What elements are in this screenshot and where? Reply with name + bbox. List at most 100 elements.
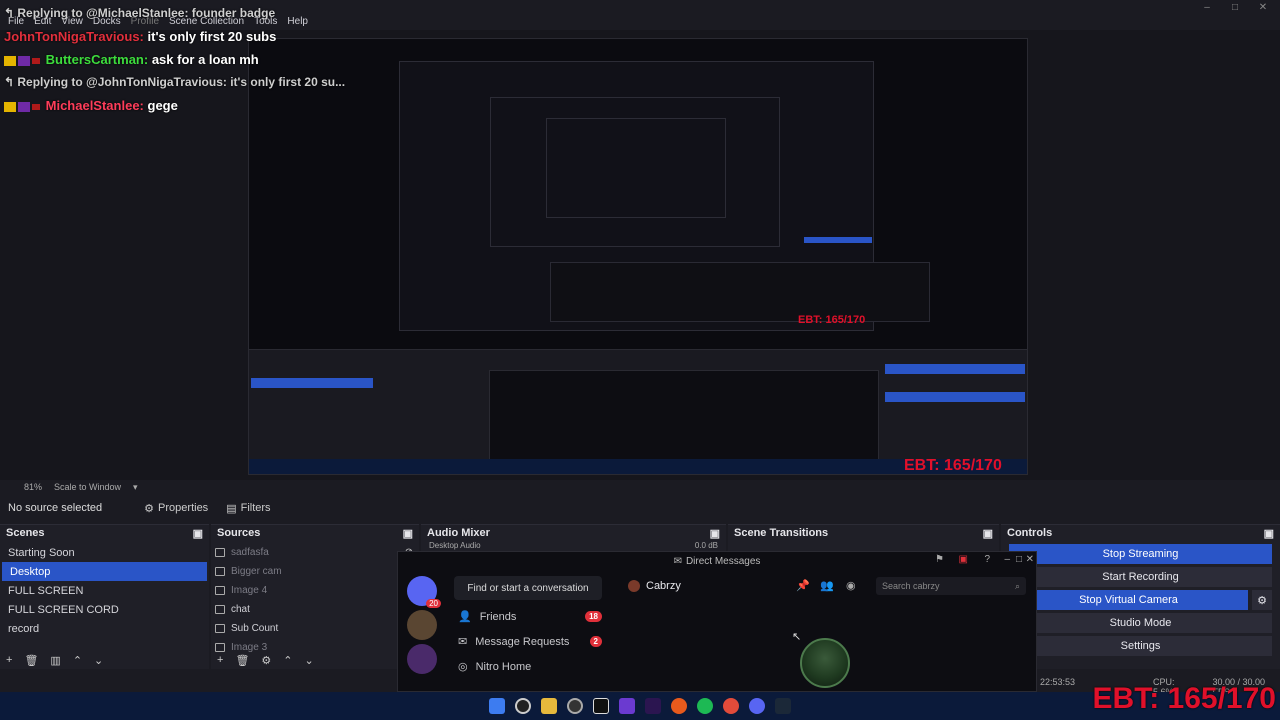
dock-menu-icon[interactable]: ▣ xyxy=(193,527,203,540)
dock-menu-icon[interactable]: ▣ xyxy=(403,527,413,540)
audio-mixer-header: Audio Mixer ▣ xyxy=(421,525,726,541)
nested-discord-2 xyxy=(489,370,879,460)
crown-badge-icon xyxy=(4,55,16,66)
maximize-icon[interactable]: □ xyxy=(1016,554,1022,565)
server-rail: 20 xyxy=(404,572,441,678)
source-item[interactable]: Sub Count◉ xyxy=(211,619,419,638)
stop-virtual-camera-button[interactable]: Stop Virtual Camera xyxy=(1009,590,1248,610)
kick-icon[interactable] xyxy=(645,698,661,714)
file-explorer-icon[interactable] xyxy=(541,698,557,714)
settings-button[interactable]: Settings xyxy=(1009,636,1272,656)
chat-user-1: JohnTonNigaTravious: xyxy=(4,29,144,44)
chevron-down-icon[interactable]: ▾ xyxy=(133,482,138,493)
nav-friends[interactable]: 👤 Friends 18 xyxy=(448,604,608,629)
calculator-icon[interactable] xyxy=(619,698,635,714)
ebt-overlay: EBT: 165/170 xyxy=(1092,682,1276,715)
no-source-label: No source selected xyxy=(8,502,103,514)
add-friend-icon[interactable]: 👥 xyxy=(820,579,834,592)
image-icon xyxy=(215,586,225,595)
chat-line-2: ButtersCartman: ask for a loan mh xyxy=(4,48,304,71)
source-label: sadfasfa xyxy=(231,547,269,558)
start-recording-button[interactable]: Start Recording xyxy=(1009,567,1272,587)
chat-reply-2-text: Replying to @JohnTonNigaTravious: it's o… xyxy=(17,75,346,89)
discord-icon[interactable] xyxy=(749,698,765,714)
dm-user-name[interactable]: Cabrzy xyxy=(646,580,681,592)
founder-badge-icon xyxy=(32,103,40,110)
source-item[interactable]: Image 4⊘ xyxy=(211,581,419,600)
close-icon[interactable]: ✕ xyxy=(1026,554,1034,565)
properties-button[interactable]: ⚙ Properties xyxy=(138,500,214,517)
close-icon[interactable]: ✕ xyxy=(1256,2,1270,14)
steam-icon[interactable] xyxy=(775,698,791,714)
preview-area[interactable]: EBT: 165/170 EBT: 165/170 ↰ Replying to … xyxy=(0,6,1280,480)
chat-reply-1: ↰ Replying to @MichaelStanlee: founder b… xyxy=(4,6,276,20)
source-item[interactable]: chat◉ xyxy=(211,600,419,619)
sources-footer: + 🗑 ⚙ ⌃ ⌄ xyxy=(217,654,314,667)
windows-start-icon[interactable] xyxy=(489,698,505,714)
trash-icon[interactable]: 🗑 xyxy=(24,654,38,667)
chat-line-3: MichaelStanlee: gege xyxy=(4,94,304,117)
scene-transitions-title: Scene Transitions xyxy=(734,527,829,539)
chat-user-3: MichaelStanlee: xyxy=(45,98,144,113)
dock-menu-icon[interactable]: ▣ xyxy=(983,527,993,540)
gear-icon[interactable]: ⚙ xyxy=(261,654,271,667)
brave-icon[interactable] xyxy=(671,698,687,714)
studio-mode-button[interactable]: Studio Mode xyxy=(1009,613,1272,633)
move-down-icon[interactable]: ⌄ xyxy=(94,654,103,667)
scene-transitions-header: Scene Transitions ▣ xyxy=(728,525,999,541)
camera-icon xyxy=(215,567,225,576)
server-avatar[interactable] xyxy=(407,644,437,674)
help-icon[interactable]: ? xyxy=(984,554,990,565)
move-up-icon[interactable]: ⌃ xyxy=(283,654,292,667)
obs-icon[interactable] xyxy=(567,698,583,714)
inbox-icon[interactable]: ⚑ xyxy=(935,554,944,565)
stop-streaming-button[interactable]: Stop Streaming xyxy=(1009,544,1272,564)
server-avatar[interactable] xyxy=(407,610,437,640)
audio-channel-name: Desktop Audio xyxy=(429,541,481,550)
sub-badge-icon xyxy=(18,55,30,66)
gear-icon[interactable]: ⚙ xyxy=(1252,590,1272,610)
requests-badge: 2 xyxy=(589,636,602,647)
scale-mode-select[interactable]: Scale to Window xyxy=(54,482,121,492)
dm-search-input[interactable]: Search cabrzy ⌕ xyxy=(876,577,1026,595)
source-item[interactable]: Bigger cam⊘ xyxy=(211,562,419,581)
user-profile-picture[interactable] xyxy=(800,638,850,688)
trash-icon[interactable]: 🗑 xyxy=(235,654,249,667)
sources-dock: Sources ▣ sadfasfa⊘ Bigger cam⊘ Image 4⊘… xyxy=(211,524,419,669)
add-icon[interactable]: + xyxy=(217,654,223,667)
nav-message-requests[interactable]: ✉ Message Requests 2 xyxy=(448,629,608,654)
dock-menu-icon[interactable]: ▣ xyxy=(710,527,720,540)
source-item[interactable]: sadfasfa⊘ xyxy=(211,543,419,562)
nav-label: Message Requests xyxy=(475,635,570,648)
capcut-icon[interactable] xyxy=(593,698,609,714)
source-label: Bigger cam xyxy=(231,566,282,577)
filter-icon[interactable]: ▥ xyxy=(50,654,60,667)
add-icon[interactable]: + xyxy=(6,654,12,667)
discord-home-icon[interactable]: 20 xyxy=(407,576,441,608)
move-down-icon[interactable]: ⌄ xyxy=(305,654,314,667)
scene-item[interactable]: FULL SCREEN xyxy=(0,581,209,600)
dock-menu-icon[interactable]: ▣ xyxy=(1264,527,1274,540)
move-up-icon[interactable]: ⌃ xyxy=(73,654,82,667)
screen-icon[interactable]: ▣ xyxy=(959,554,968,565)
find-conversation-button[interactable]: Find or start a conversation xyxy=(454,576,602,600)
minimize-icon[interactable]: – xyxy=(1004,554,1010,565)
spotify-icon[interactable] xyxy=(697,698,713,714)
scene-item[interactable]: FULL SCREEN CORD xyxy=(0,600,209,619)
scene-item[interactable]: Starting Soon xyxy=(0,543,209,562)
vcam-row: Stop Virtual Camera ⚙ xyxy=(1009,590,1272,610)
audio-mixer-title: Audio Mixer xyxy=(427,527,490,539)
maximize-icon[interactable]: □ xyxy=(1228,2,1242,14)
filters-button[interactable]: ▤ Filters xyxy=(220,500,276,517)
pin-icon[interactable]: 📌 xyxy=(796,579,810,592)
zoom-level[interactable]: 81% xyxy=(24,482,42,492)
minimize-icon[interactable]: – xyxy=(1200,2,1214,14)
discord-window[interactable]: ✉ Direct Messages ⚑ ▣ ? – □ ✕ 20 Find or… xyxy=(397,551,1037,692)
chrome-icon[interactable] xyxy=(723,698,739,714)
preview-canvas[interactable]: EBT: 165/170 EBT: 165/170 xyxy=(248,38,1028,475)
nav-nitro-home[interactable]: ◎ Nitro Home xyxy=(448,654,608,679)
search-icon[interactable] xyxy=(515,698,531,714)
scene-item[interactable]: record xyxy=(0,619,209,638)
profile-icon[interactable]: ◉ xyxy=(846,579,856,592)
scene-item-selected[interactable]: Desktop xyxy=(2,562,207,581)
